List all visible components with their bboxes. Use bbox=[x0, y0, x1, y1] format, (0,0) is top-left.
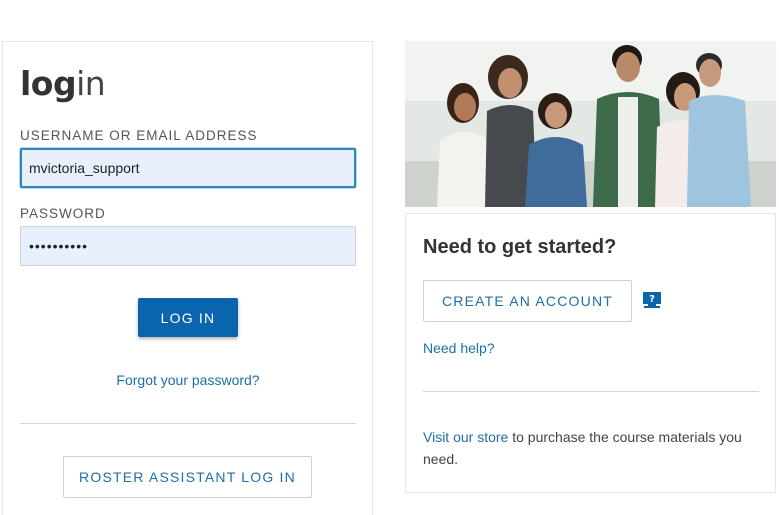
svg-text:?: ? bbox=[649, 294, 655, 305]
question-icon[interactable]: ? bbox=[642, 292, 662, 309]
log-in-button[interactable]: LOG IN bbox=[138, 298, 238, 337]
need-help-link[interactable]: Need help? bbox=[423, 340, 495, 356]
get-started-panel: Need to get started? CREATE AN ACCOUNT ?… bbox=[405, 213, 776, 493]
forgot-password-link[interactable]: Forgot your password? bbox=[3, 372, 373, 388]
login-title: login bbox=[20, 64, 106, 103]
login-panel: login USERNAME OR EMAIL ADDRESS PASSWORD… bbox=[2, 41, 373, 515]
roster-assistant-login-button[interactable]: ROSTER ASSISTANT LOG IN bbox=[63, 456, 312, 498]
students-photo bbox=[405, 41, 776, 207]
username-label: USERNAME OR EMAIL ADDRESS bbox=[20, 128, 258, 143]
password-label: PASSWORD bbox=[20, 206, 106, 221]
create-account-button[interactable]: CREATE AN ACCOUNT bbox=[423, 280, 632, 322]
visit-store-link[interactable]: Visit our store bbox=[423, 429, 508, 445]
divider bbox=[20, 423, 356, 424]
login-title-light: in bbox=[76, 64, 106, 103]
password-input[interactable] bbox=[20, 226, 356, 266]
get-started-title: Need to get started? bbox=[423, 236, 617, 258]
username-input[interactable] bbox=[20, 148, 356, 188]
login-title-bold: log bbox=[20, 64, 77, 103]
store-text: Visit our store to purchase the course m… bbox=[423, 426, 753, 470]
divider bbox=[423, 391, 759, 392]
